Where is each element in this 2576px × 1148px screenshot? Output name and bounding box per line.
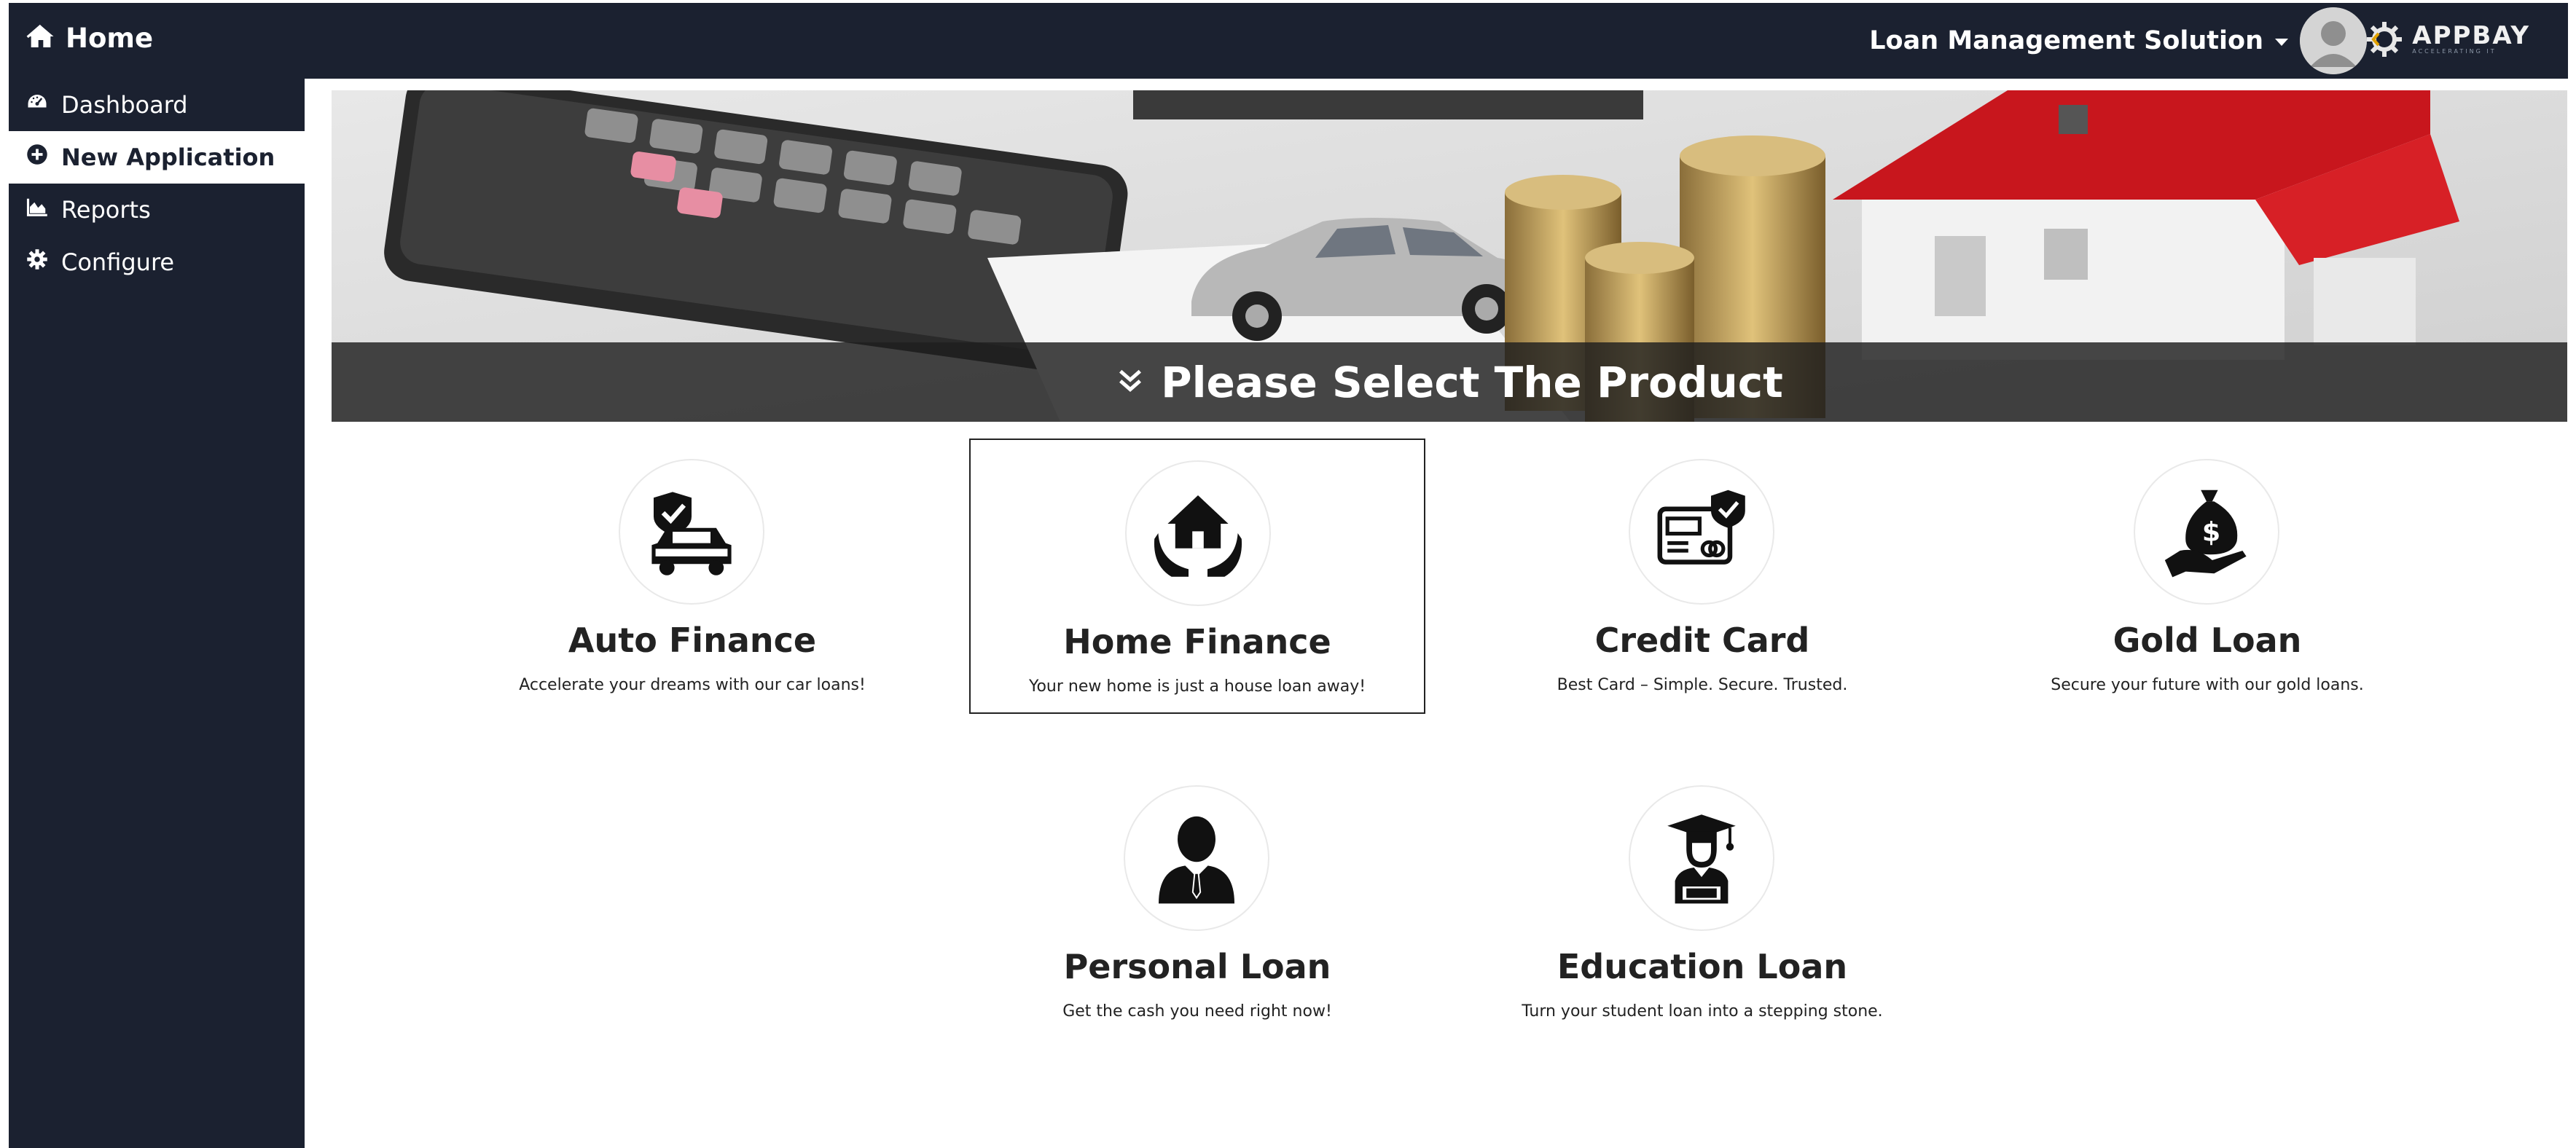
- product-icon-circle: [1124, 785, 1269, 931]
- gear-code-icon: [2367, 22, 2403, 57]
- product-description: Secure your future with our gold loans.: [2051, 676, 2364, 694]
- product-icon-circle: [619, 459, 764, 605]
- product-card-home-finance[interactable]: Home Finance Your new home is just a hou…: [969, 439, 1425, 714]
- product-icon-circle: $: [2134, 459, 2279, 605]
- sidebar-item-label: Dashboard: [61, 91, 188, 119]
- solution-label: Loan Management Solution: [1869, 26, 2263, 55]
- businessman-icon: [1159, 816, 1234, 904]
- money-bag-hand-icon: $: [2164, 490, 2247, 578]
- sidebar: Dashboard New Application Reports Config…: [9, 79, 305, 1148]
- house-hands-icon: [1154, 495, 1242, 577]
- home-link[interactable]: Home: [26, 22, 153, 54]
- product-card-personal-loan[interactable]: Personal Loan Get the cash you need righ…: [969, 765, 1425, 1040]
- logo-text: APPBAY: [2412, 21, 2530, 50]
- sidebar-item-configure[interactable]: Configure: [9, 236, 305, 288]
- sidebar-item-label: Reports: [61, 196, 151, 224]
- sidebar-item-dashboard[interactable]: Dashboard: [9, 79, 305, 131]
- avatar[interactable]: [2300, 7, 2367, 74]
- product-icon-circle: [1629, 785, 1774, 931]
- area-chart-icon: [26, 196, 48, 224]
- product-icon-circle: [1629, 459, 1774, 605]
- sidebar-item-label: Configure: [61, 248, 175, 276]
- sidebar-item-new-application[interactable]: New Application: [9, 131, 305, 184]
- product-title: Home Finance: [1063, 622, 1331, 661]
- product-title: Personal Loan: [1063, 947, 1331, 986]
- sidebar-item-label: New Application: [61, 144, 275, 171]
- product-title: Gold Loan: [2113, 621, 2302, 660]
- product-title: Credit Card: [1594, 621, 1810, 660]
- banner-title: Please Select The Product: [1161, 357, 1783, 407]
- product-description: Your new home is just a house loan away!: [1028, 677, 1366, 696]
- brand-label: Home: [66, 22, 154, 54]
- window-edge: [0, 0, 9, 1148]
- product-icon-circle: [1125, 460, 1271, 606]
- product-card-education-loan[interactable]: Education Loan Turn your student loan in…: [1474, 765, 1930, 1040]
- banner-title-bar: Please Select The Product: [332, 342, 2567, 422]
- product-description: Turn your student loan into a stepping s…: [1522, 1002, 1883, 1021]
- product-title: Auto Finance: [568, 621, 817, 660]
- user-silhouette-icon: [2300, 7, 2367, 74]
- product-card-gold-loan[interactable]: $ Gold Loan Secure your future with our …: [1979, 439, 2435, 714]
- product-card-auto-finance[interactable]: Auto Finance Accelerate your dreams with…: [464, 439, 920, 714]
- credit-card-shield-icon: [1657, 490, 1745, 565]
- product-title: Education Loan: [1557, 947, 1848, 986]
- solution-dropdown[interactable]: Loan Management Solution: [1869, 26, 2288, 55]
- car-shield-icon: [651, 492, 732, 575]
- top-navbar: Home Loan Management Solution APPBAY ACC…: [9, 3, 2568, 79]
- product-description: Get the cash you need right now!: [1062, 1002, 1332, 1021]
- svg-text:$: $: [2202, 516, 2220, 548]
- gear-icon: [26, 248, 48, 276]
- plus-circle-icon: [26, 144, 48, 171]
- product-description: Accelerate your dreams with our car loan…: [519, 676, 866, 694]
- home-icon: [26, 22, 55, 54]
- dashboard-icon: [26, 91, 48, 119]
- graduate-icon: [1667, 814, 1736, 904]
- appbay-logo: APPBAY ACCELERATING IT: [2362, 17, 2530, 61]
- product-card-credit-card[interactable]: Credit Card Best Card – Simple. Secure. …: [1474, 439, 1930, 714]
- chevron-down-icon: [2275, 39, 2288, 46]
- sidebar-item-reports[interactable]: Reports: [9, 184, 305, 236]
- product-description: Best Card – Simple. Secure. Trusted.: [1557, 676, 1848, 694]
- product-banner: Please Select The Product: [332, 90, 2567, 422]
- double-chevron-down-icon: [1116, 366, 1145, 398]
